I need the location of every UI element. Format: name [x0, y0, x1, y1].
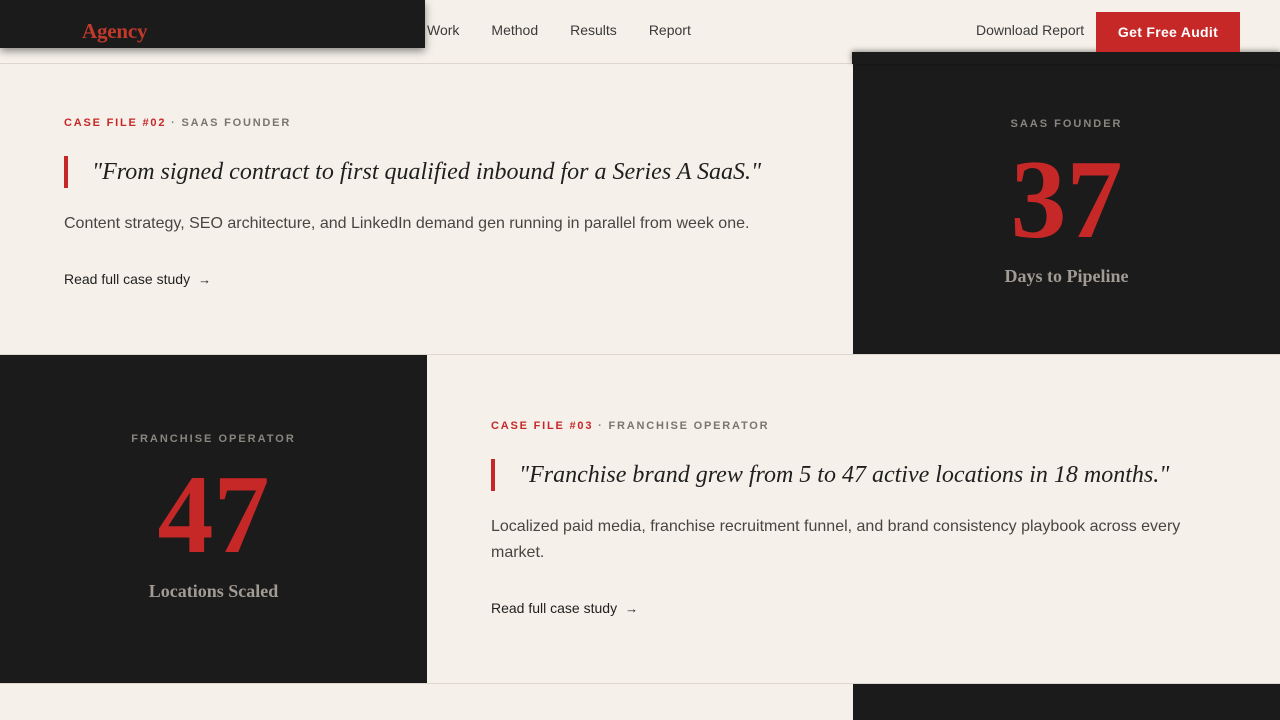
eyebrow-separator: · — [171, 117, 177, 129]
case-row-03: FRANCHISE OPERATOR 47 Locations Scaled C… — [0, 355, 1280, 684]
nav-link-work[interactable]: Work — [427, 22, 459, 38]
stat-value: 37 — [1010, 138, 1123, 262]
stat-panel: FRANCHISE OPERATOR 47 Locations Scaled — [0, 355, 427, 683]
read-case-study-link[interactable]: Read full case study → — [491, 600, 638, 616]
read-case-study-link[interactable]: Read full case study → — [64, 271, 211, 287]
arrow-right-icon: → — [198, 271, 212, 287]
nav-dark-overlay-left — [0, 0, 425, 48]
stat-value: 47 — [157, 453, 270, 577]
stat-tag: FRANCHISE OPERATOR — [131, 433, 296, 445]
read-case-study-label: Read full case study — [64, 271, 191, 287]
page: Agency Work Method Results Report Downlo… — [0, 0, 1280, 720]
read-case-study-label: Read full case study — [491, 600, 618, 616]
case-quote: "From signed contract to first qualified… — [64, 156, 761, 188]
nav-links: Work Method Results Report — [427, 22, 691, 38]
case-description: Content strategy, SEO architecture, and … — [64, 215, 750, 232]
stat-panel — [853, 684, 1280, 720]
eyebrow-separator: · — [598, 420, 604, 432]
nav-link-report[interactable]: Report — [649, 22, 691, 38]
case-row-02: CASE FILE #02 · SAAS FOUNDER "From signe… — [0, 64, 1280, 355]
case-file-label: CASE FILE #03 — [491, 420, 594, 432]
download-report-link[interactable]: Download Report — [976, 22, 1084, 38]
top-nav: Agency Work Method Results Report Downlo… — [0, 0, 1280, 64]
case-eyebrow: CASE FILE #03 · FRANCHISE OPERATOR — [491, 420, 769, 432]
case-row-next — [0, 684, 1280, 720]
case-eyebrow: CASE FILE #02 · SAAS FOUNDER — [64, 117, 291, 129]
nav-link-method[interactable]: Method — [491, 22, 538, 38]
brand-logo[interactable]: Agency — [82, 19, 147, 44]
case-content: CASE FILE #02 · SAAS FOUNDER "From signe… — [64, 64, 824, 354]
get-free-audit-button[interactable]: Get Free Audit — [1096, 12, 1240, 52]
stat-label: Days to Pipeline — [1004, 266, 1129, 286]
stat-tag: SAAS FOUNDER — [1010, 118, 1123, 130]
case-content: CASE FILE #03 · FRANCHISE OPERATOR "Fran… — [491, 355, 1221, 683]
nav-dark-overlay-right — [852, 52, 1280, 64]
case-file-label: CASE FILE #02 — [64, 117, 167, 129]
case-quote: "Franchise brand grew from 5 to 47 activ… — [491, 459, 1169, 491]
case-description: Localized paid media, franchise recruitm… — [491, 518, 1181, 561]
case-segment: SAAS FOUNDER — [181, 117, 292, 129]
case-segment: FRANCHISE OPERATOR — [608, 420, 770, 432]
arrow-right-icon: → — [625, 600, 639, 616]
nav-link-results[interactable]: Results — [570, 22, 617, 38]
stat-label: Locations Scaled — [148, 581, 279, 601]
stat-panel: SAAS FOUNDER 37 Days to Pipeline — [853, 64, 1280, 354]
